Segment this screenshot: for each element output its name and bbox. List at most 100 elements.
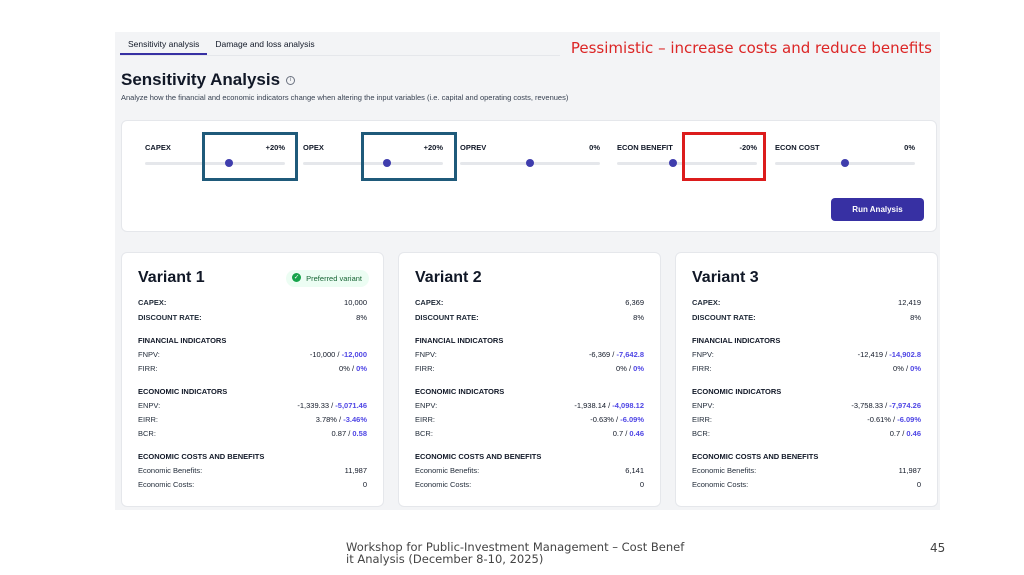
slide-page-number: 45: [930, 541, 946, 555]
enpv-value: -1,339.33 / -5,071.46: [297, 401, 367, 410]
variant-card-3: Variant 3 CAPEX: 12,419 DISCOUNT RATE: 8% …: [675, 252, 938, 507]
economic-indicators-heading: ECONOMIC INDICATORS: [692, 387, 782, 396]
slider-label: OPEX: [303, 143, 324, 152]
variant-title: Variant 1: [138, 269, 205, 286]
old-value: 0.87 /: [331, 429, 351, 438]
old-value: 0.7 /: [889, 429, 905, 438]
page-subtitle: Analyze how the financial and economic i…: [121, 93, 569, 102]
costs-value: 0: [639, 480, 644, 489]
old-value: 0% /: [339, 364, 355, 373]
eirr-label: EIRR:: [692, 415, 713, 424]
costs-value: 0: [916, 480, 921, 489]
new-value: -7,642.8: [616, 350, 644, 359]
old-value: 0% /: [616, 364, 632, 373]
new-value: 0.58: [352, 429, 367, 438]
enpv-value: -3,758.33 / -7,974.26: [851, 401, 921, 410]
bcr-label: BCR:: [415, 429, 433, 438]
highlight-box-econ-benefit: [682, 132, 766, 181]
benefits-value: 11,987: [898, 466, 921, 475]
new-value: 0%: [356, 364, 367, 373]
eirr-label: EIRR:: [138, 415, 159, 424]
capex-label: CAPEX:: [692, 298, 721, 307]
economic-costs-benefits-heading: ECONOMIC COSTS AND BENEFITS: [692, 452, 819, 461]
highlight-box-opex: [361, 132, 457, 181]
eirr-value: -0.63% / -6.09%: [590, 415, 644, 424]
variant-card-1: Variant 1 ✓ Preferred variant CAPEX: 10,0…: [121, 252, 384, 507]
capex-label: CAPEX:: [415, 298, 444, 307]
costs-label: Economic Costs:: [415, 480, 472, 489]
benefits-label: Economic Benefits:: [415, 466, 480, 475]
firr-label: FIRR:: [415, 364, 435, 373]
benefits-label: Economic Benefits:: [138, 466, 203, 475]
old-value: -10,000 /: [309, 350, 340, 359]
old-value: -0.63% /: [590, 415, 619, 424]
financial-indicators-heading: FINANCIAL INDICATORS: [138, 336, 227, 345]
slider-label: ECON BENEFIT: [617, 143, 673, 152]
tab-bar: Sensitivity analysis Damage and loss ana…: [120, 35, 560, 56]
enpv-label: ENPV:: [692, 401, 715, 410]
discount-value: 8%: [356, 313, 367, 322]
new-value: -6.09%: [620, 415, 644, 424]
slide-footer: Workshop for Public-Investment Managemen…: [346, 540, 685, 566]
check-circle-icon: ✓: [292, 273, 302, 282]
old-value: -1,938.14 /: [574, 401, 611, 410]
enpv-label: ENPV:: [138, 401, 161, 410]
capex-value: 6,369: [625, 298, 644, 307]
new-value: -4,098.12: [612, 401, 644, 410]
old-value: 0.7 /: [612, 429, 628, 438]
old-value: 3.78% /: [315, 415, 342, 424]
fnpv-value: -6,369 / -7,642.8: [589, 350, 644, 359]
discount-label: DISCOUNT RATE:: [138, 313, 202, 322]
new-value: -6.09%: [897, 415, 921, 424]
slider-oprev[interactable]: OPREV 0%: [460, 143, 600, 173]
economic-costs-benefits-heading: ECONOMIC COSTS AND BENEFITS: [415, 452, 542, 461]
capex-label: CAPEX:: [138, 298, 167, 307]
fnpv-label: FNPV:: [415, 350, 437, 359]
highlight-box-capex: [202, 132, 298, 181]
firr-label: FIRR:: [138, 364, 158, 373]
costs-value: 0: [362, 480, 367, 489]
fnpv-label: FNPV:: [692, 350, 714, 359]
old-value: -1,339.33 /: [297, 401, 334, 410]
eirr-label: EIRR:: [415, 415, 436, 424]
slider-label: CAPEX: [145, 143, 171, 152]
capex-value: 12,419: [898, 298, 921, 307]
old-value: -12,419 /: [857, 350, 888, 359]
eirr-value: 3.78% / -3.46%: [316, 415, 367, 424]
slider-handle[interactable]: [841, 159, 849, 167]
costs-label: Economic Costs:: [692, 480, 749, 489]
new-value: 0.46: [629, 429, 644, 438]
slide-annotation: Pessimistic – increase costs and reduce …: [570, 39, 932, 57]
old-value: 0% /: [893, 364, 909, 373]
benefits-value: 6,141: [625, 466, 644, 475]
info-icon[interactable]: i: [286, 75, 296, 85]
page-title: Sensitivity Analysis i: [121, 70, 296, 90]
new-value: -12,000: [341, 350, 367, 359]
old-value: -6,369 /: [588, 350, 615, 359]
firr-label: FIRR:: [692, 364, 712, 373]
tab-sensitivity-analysis[interactable]: Sensitivity analysis: [120, 35, 208, 55]
new-value: -7,974.26: [889, 401, 921, 410]
financial-indicators-heading: FINANCIAL INDICATORS: [415, 336, 504, 345]
firr-value: 0% / 0%: [339, 364, 367, 373]
app-window: Sensitivity analysis Damage and loss ana…: [115, 32, 940, 510]
new-value: 0.46: [906, 429, 921, 438]
capex-value: 10,000: [344, 298, 367, 307]
benefits-label: Economic Benefits:: [692, 466, 757, 475]
bcr-value: 0.7 / 0.46: [613, 429, 644, 438]
bcr-label: BCR:: [138, 429, 156, 438]
tab-damage-and-loss-analysis[interactable]: Damage and loss analysis: [207, 35, 322, 55]
page-title-text: Sensitivity Analysis: [121, 70, 281, 89]
bcr-label: BCR:: [692, 429, 710, 438]
enpv-label: ENPV:: [415, 401, 438, 410]
firr-value: 0% / 0%: [616, 364, 644, 373]
benefits-value: 11,987: [344, 466, 367, 475]
slider-econ-cost[interactable]: ECON COST 0%: [775, 143, 915, 173]
slider-handle[interactable]: [526, 159, 534, 167]
badge-label: Preferred variant: [306, 274, 362, 283]
run-analysis-button[interactable]: Run Analysis: [831, 198, 924, 221]
economic-costs-benefits-heading: ECONOMIC COSTS AND BENEFITS: [138, 452, 265, 461]
slider-handle[interactable]: [669, 159, 677, 167]
discount-label: DISCOUNT RATE:: [415, 313, 479, 322]
slider-label: ECON COST: [775, 143, 820, 152]
